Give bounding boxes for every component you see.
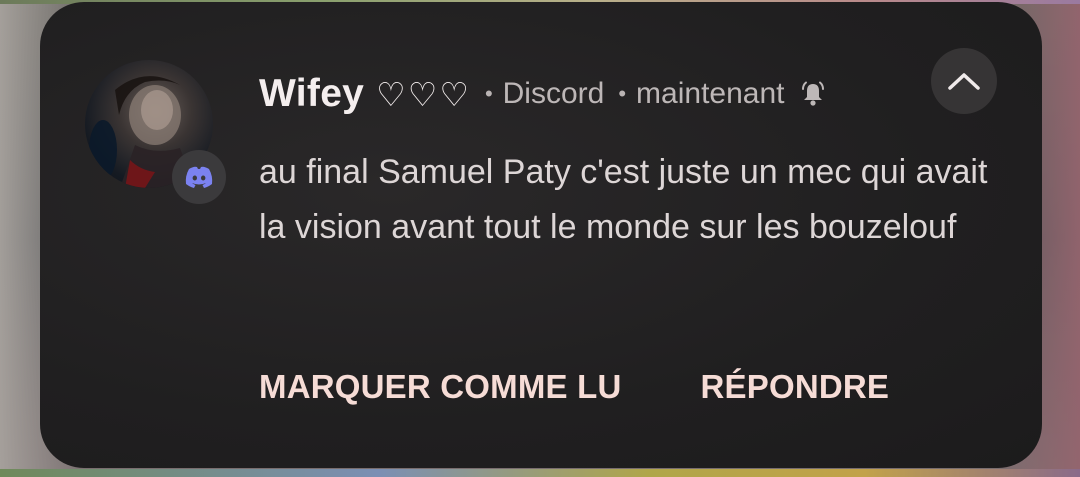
chevron-up-icon	[948, 73, 980, 90]
collapse-button[interactable]	[931, 48, 997, 114]
separator-dot: •	[618, 81, 627, 106]
mark-as-read-button[interactable]: MARQUER COMME LU	[259, 368, 622, 406]
message-text: au final Samuel Paty c'est juste un mec …	[259, 153, 988, 246]
timestamp: maintenant	[636, 77, 785, 110]
separator-dot: •	[484, 81, 493, 106]
sender-name: Wifey	[259, 72, 365, 115]
bell-alert-icon	[798, 79, 828, 109]
discord-app-badge	[172, 150, 226, 204]
notification-card[interactable]: Wifey ♡♡♡ • Discord • maintenant au fina…	[40, 2, 1042, 468]
sender-hearts: ♡♡♡	[376, 74, 471, 114]
notification-actions: MARQUER COMME LU RÉPONDRE	[259, 362, 889, 412]
discord-icon	[185, 166, 213, 188]
notification-header: Wifey ♡♡♡ • Discord • maintenant	[259, 66, 828, 122]
bottom-gradient-strip	[0, 469, 1080, 477]
app-name: Discord	[502, 77, 605, 110]
reply-button[interactable]: RÉPONDRE	[701, 368, 890, 406]
